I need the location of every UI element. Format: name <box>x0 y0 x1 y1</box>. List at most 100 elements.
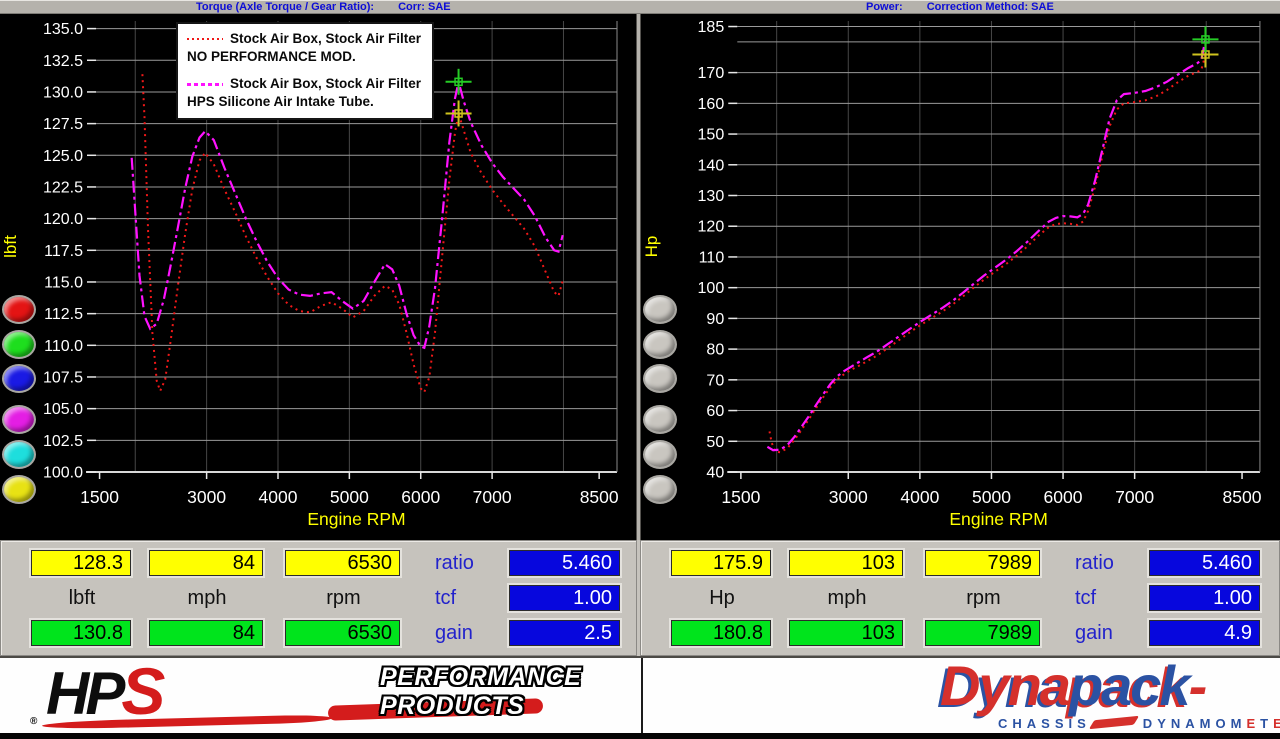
svg-text:5000: 5000 <box>330 487 369 507</box>
cursor-marker-1[interactable] <box>446 69 472 95</box>
svg-text:170: 170 <box>697 64 724 82</box>
rpm-unit-label: rpm <box>285 587 402 611</box>
hps-performance-text: PERFORMANCE <box>380 663 581 692</box>
svg-text:4000: 4000 <box>900 487 939 507</box>
gain-value: 2.5 <box>509 620 620 646</box>
power-cursor2-value: 180.8 <box>671 620 771 646</box>
power-cursor2-speed: 103 <box>789 620 903 646</box>
torque-curve-button-3[interactable] <box>2 364 36 393</box>
torque-title-text: Torque (Axle Torque / Gear Ratio): <box>196 1 374 13</box>
power-cursor1-rpm: 7989 <box>925 550 1040 576</box>
gain-label: gain <box>1075 622 1113 645</box>
dynapack-dash: - <box>1189 654 1206 717</box>
series-line-0 <box>770 55 1206 453</box>
gain-value: 4.9 <box>1149 620 1260 646</box>
x-axis-title: Engine RPM <box>949 509 1047 529</box>
svg-text:80: 80 <box>706 341 724 359</box>
svg-text:7000: 7000 <box>1115 487 1154 507</box>
tcf-value: 1.00 <box>1149 585 1260 611</box>
legend-entry-stock: Stock Air Box, Stock Air Filter NO PERFO… <box>187 30 423 66</box>
svg-text:105.0: 105.0 <box>43 401 83 418</box>
svg-text:130.0: 130.0 <box>43 84 83 101</box>
torque-curve-button-6[interactable] <box>2 475 36 504</box>
torque-curve-button-2[interactable] <box>2 330 36 359</box>
chassis-text: CHASSIS <box>998 716 1091 731</box>
torque-curve-button-1[interactable] <box>2 295 36 324</box>
power-curve-button-4[interactable] <box>643 405 677 434</box>
series-line-1 <box>132 82 563 348</box>
x-axis-ticks: 1500300040005000600070008500 <box>721 472 1261 507</box>
dynapack-wordmark: Dynapack- <box>940 656 1205 716</box>
svg-text:3000: 3000 <box>829 487 868 507</box>
dynapack-pack: pack <box>1069 654 1189 717</box>
svg-text:120.0: 120.0 <box>43 211 83 228</box>
speed-unit-label: mph <box>789 587 905 611</box>
y-axis-ticks: 135.0132.5130.0127.5125.0122.5120.0117.5… <box>43 21 96 481</box>
torque-chart-panel: 135.0132.5130.0127.5125.0122.5120.0117.5… <box>0 14 637 540</box>
legend-stock-line1: Stock Air Box, Stock Air Filter <box>230 30 421 48</box>
power-unit-label: Hp <box>671 587 773 611</box>
svg-text:102.5: 102.5 <box>43 433 83 450</box>
power-panel-title: Power: Correction Method: SAE <box>866 1 1054 14</box>
power-readout-panel: 175.9 103 7989 Hp mph rpm 180.8 103 7989… <box>640 540 1280 656</box>
power-curve-button-6[interactable] <box>643 475 677 504</box>
torque-readout-panel: 128.3 84 6530 lbft mph rpm 130.8 84 6530… <box>0 540 637 656</box>
svg-text:130: 130 <box>697 187 724 205</box>
cursor-marker-0[interactable] <box>446 100 472 126</box>
cursor-marker-1[interactable] <box>1192 26 1218 52</box>
logo-strip: ® HPS PERFORMANCE PRODUCTS Dynapack- CHA… <box>0 656 1280 733</box>
ratio-value: 5.460 <box>509 550 620 576</box>
dynapack-dyna: Dyna <box>940 654 1069 717</box>
svg-text:100: 100 <box>697 279 724 297</box>
power-title-text: Power: <box>866 1 903 13</box>
ratio-value: 5.460 <box>1149 550 1260 576</box>
torque-correction-text: Corr: SAE <box>398 1 451 13</box>
registered-mark: ® <box>30 716 37 727</box>
logo-divider <box>641 658 643 735</box>
svg-text:50: 50 <box>706 433 724 451</box>
ratio-label: ratio <box>435 552 474 575</box>
torque-curve-button-4[interactable] <box>2 405 36 434</box>
svg-text:132.5: 132.5 <box>43 53 83 70</box>
power-chart-panel: 1851701601501401301201101009080706050401… <box>641 14 1280 540</box>
y-axis-ticks: 185170160150140130120110100908070605040 <box>697 18 737 481</box>
svg-text:127.5: 127.5 <box>43 116 83 133</box>
legend-hps-line1: Stock Air Box, Stock Air Filter <box>230 75 421 93</box>
svg-text:115.0: 115.0 <box>44 274 83 291</box>
hps-wordmark: HPS <box>46 658 161 727</box>
svg-text:7000: 7000 <box>473 487 512 507</box>
dynamometers-text: DYNAMOMETERS <box>1143 716 1280 731</box>
speed-unit-label: mph <box>149 587 265 611</box>
legend-entry-hps: Stock Air Box, Stock Air Filter HPS Sili… <box>187 75 423 111</box>
power-curve-button-5[interactable] <box>643 440 677 469</box>
charts-area: 135.0132.5130.0127.5125.0122.5120.0117.5… <box>0 14 1280 540</box>
svg-text:6000: 6000 <box>1044 487 1083 507</box>
svg-text:90: 90 <box>706 310 724 328</box>
svg-text:125.0: 125.0 <box>43 148 83 165</box>
power-correction-text: Correction Method: SAE <box>927 1 1054 13</box>
window-title-bar: Torque (Axle Torque / Gear Ratio): Corr: … <box>0 0 1280 14</box>
hps-tagline: PERFORMANCE PRODUCTS <box>380 663 581 721</box>
torque-cursor2-speed: 84 <box>149 620 263 646</box>
series-line-0 <box>142 74 562 392</box>
svg-text:8500: 8500 <box>580 487 619 507</box>
svg-text:1500: 1500 <box>80 487 119 507</box>
torque-unit-label: lbft <box>31 587 133 611</box>
svg-text:112.5: 112.5 <box>44 306 83 323</box>
svg-text:6000: 6000 <box>401 487 440 507</box>
torque-cursor1-rpm: 6530 <box>285 550 400 576</box>
x-axis-title: Engine RPM <box>307 509 405 529</box>
power-curve-button-3[interactable] <box>643 364 677 393</box>
power-cursor2-rpm: 7989 <box>925 620 1040 646</box>
svg-text:60: 60 <box>706 402 724 420</box>
torque-cursor1-speed: 84 <box>149 550 263 576</box>
svg-text:8500: 8500 <box>1223 487 1262 507</box>
power-curve-button-2[interactable] <box>643 330 677 359</box>
svg-text:150: 150 <box>697 126 724 144</box>
ratio-label: ratio <box>1075 552 1114 575</box>
legend-hps-line2: HPS Silicone Air Intake Tube. <box>187 93 423 111</box>
y-axis-title: lbft <box>1 235 20 258</box>
svg-text:135.0: 135.0 <box>43 21 83 38</box>
torque-curve-button-5[interactable] <box>2 440 36 469</box>
power-curve-button-1[interactable] <box>643 295 677 324</box>
